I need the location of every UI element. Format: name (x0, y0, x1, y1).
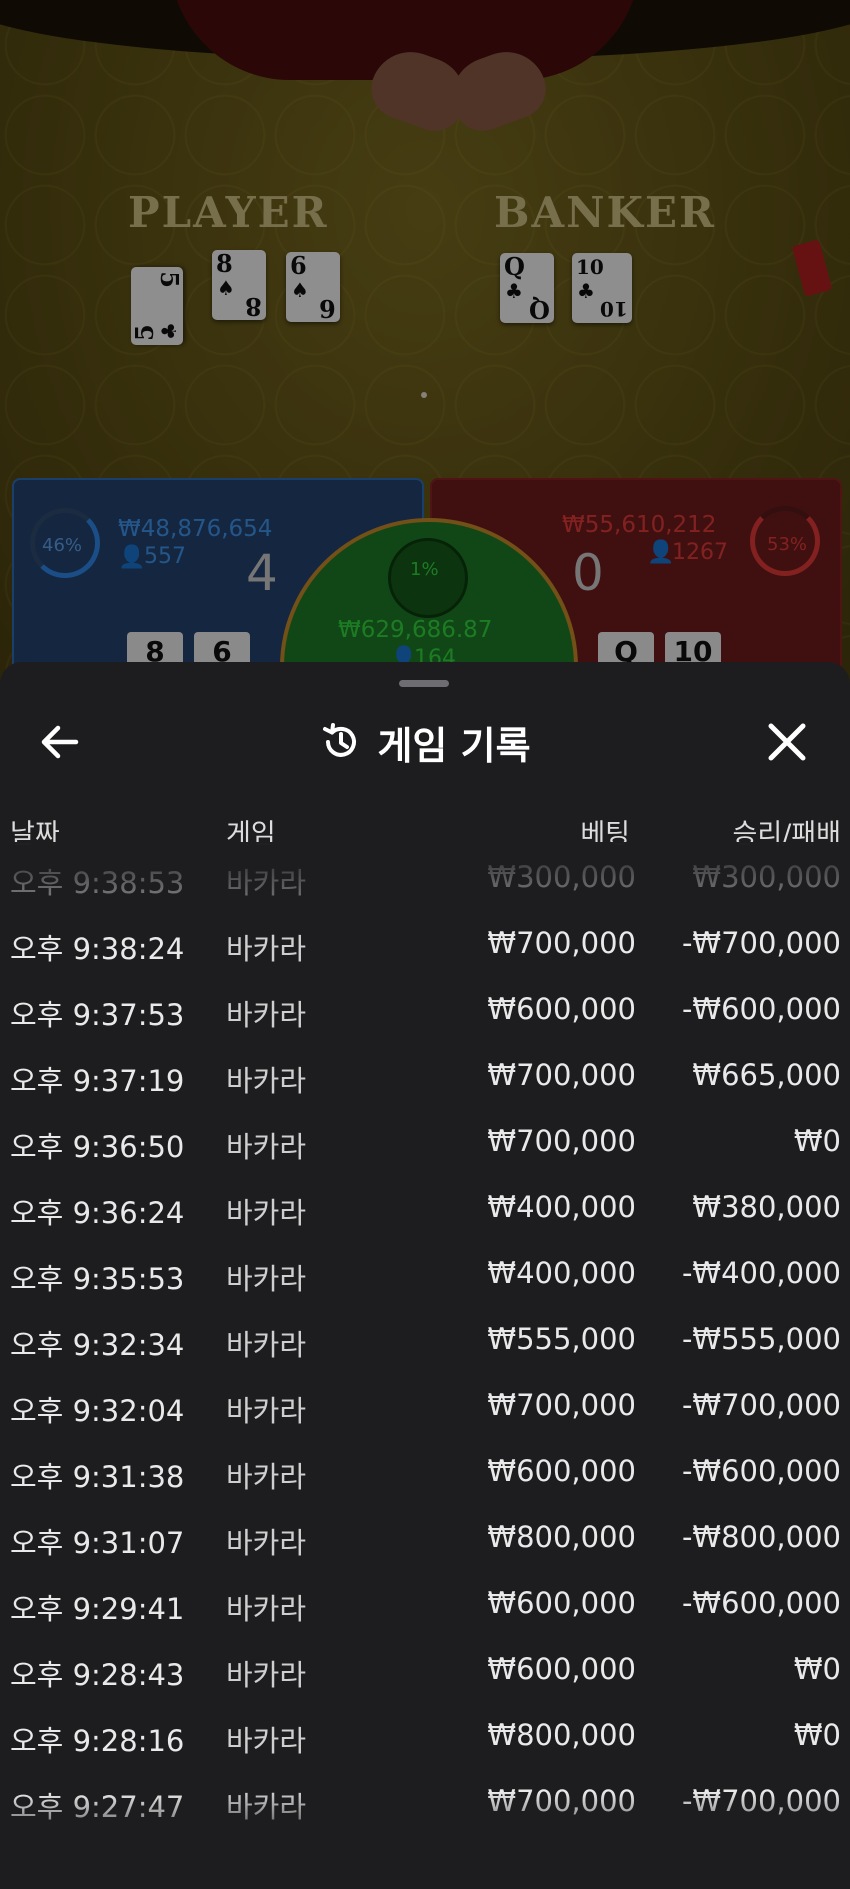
history-row[interactable]: 오후 9:28:43 바카라 ₩600,000 ₩0 (0, 1634, 850, 1700)
row-bet: ₩700,000 (487, 1784, 636, 1818)
history-row[interactable]: 오후 9:28:16 바카라 ₩800,000 ₩0 (0, 1700, 850, 1766)
row-bet: ₩700,000 (487, 1124, 636, 1158)
row-game: 바카라 (226, 1064, 307, 1098)
history-row[interactable]: 오후 9:38:53 바카라 ₩300,000 ₩300,000 (0, 842, 850, 908)
row-time: 오후 9:31:38 (10, 1460, 185, 1494)
history-row[interactable]: 오후 9:37:19 바카라 ₩700,000 ₩665,000 (0, 1040, 850, 1106)
sheet-title: 게임 기록 (377, 723, 531, 768)
row-bet: ₩400,000 (487, 1256, 636, 1290)
history-row[interactable]: 오후 9:31:38 바카라 ₩600,000 -₩600,000 (0, 1436, 850, 1502)
history-icon (323, 723, 357, 757)
row-result: -₩700,000 (681, 1388, 841, 1422)
row-result: -₩600,000 (681, 992, 841, 1026)
row-result: -₩600,000 (681, 1454, 841, 1488)
row-game: 바카라 (226, 1790, 307, 1824)
row-time: 오후 9:31:07 (10, 1526, 185, 1560)
row-bet: ₩600,000 (487, 1454, 636, 1488)
history-row[interactable]: 오후 9:38:24 바카라 ₩700,000 -₩700,000 (0, 908, 850, 974)
row-game: 바카라 (226, 932, 307, 966)
row-time: 오후 9:32:34 (10, 1328, 185, 1362)
row-time: 오후 9:38:24 (10, 932, 185, 966)
row-result: -₩700,000 (681, 1784, 841, 1818)
history-row[interactable]: 오후 9:32:34 바카라 ₩555,000 -₩555,000 (0, 1304, 850, 1370)
row-game: 바카라 (226, 1460, 307, 1494)
row-result: -₩400,000 (681, 1256, 841, 1290)
history-row[interactable]: 오후 9:29:41 바카라 ₩600,000 -₩600,000 (0, 1568, 850, 1634)
row-time: 오후 9:28:43 (10, 1658, 185, 1692)
history-row[interactable]: 오후 9:36:24 바카라 ₩400,000 ₩380,000 (0, 1172, 850, 1238)
row-bet: ₩600,000 (487, 1586, 636, 1620)
row-result: ₩0 (793, 1718, 841, 1752)
row-result: ₩665,000 (692, 1058, 841, 1092)
row-game: 바카라 (226, 1328, 307, 1362)
row-time: 오후 9:37:19 (10, 1064, 185, 1098)
row-time: 오후 9:29:41 (10, 1592, 185, 1626)
row-result: ₩0 (793, 1124, 841, 1158)
row-time: 오후 9:35:53 (10, 1262, 185, 1296)
row-game: 바카라 (226, 1196, 307, 1230)
game-history-sheet: 게임 기록 날짜 게임 베팅 승리/패배 오후 9:38:53 바카라 ₩300,0… (0, 662, 850, 1889)
history-row[interactable]: 오후 9:35:53 바카라 ₩400,000 -₩400,000 (0, 1238, 850, 1304)
row-time: 오후 9:38:53 (10, 866, 185, 900)
row-bet: ₩300,000 (487, 860, 636, 894)
row-game: 바카라 (226, 866, 307, 900)
row-bet: ₩555,000 (487, 1322, 636, 1356)
close-icon (768, 723, 806, 761)
sheet-title-group: 게임 기록 (0, 714, 850, 770)
row-result: -₩700,000 (681, 926, 841, 960)
row-bet: ₩700,000 (487, 1388, 636, 1422)
row-game: 바카라 (226, 1724, 307, 1758)
drag-handle[interactable] (399, 680, 449, 687)
history-row[interactable]: 오후 9:37:53 바카라 ₩600,000 -₩600,000 (0, 974, 850, 1040)
row-time: 오후 9:27:47 (10, 1790, 185, 1824)
history-row[interactable]: 오후 9:31:07 바카라 ₩800,000 -₩800,000 (0, 1502, 850, 1568)
history-list[interactable]: 오후 9:38:53 바카라 ₩300,000 ₩300,000 오후 9:38:24 바… (0, 842, 850, 1832)
row-time: 오후 9:32:04 (10, 1394, 185, 1428)
row-game: 바카라 (226, 1130, 307, 1164)
row-game: 바카라 (226, 1658, 307, 1692)
row-bet: ₩800,000 (487, 1718, 636, 1752)
row-result: -₩600,000 (681, 1586, 841, 1620)
modal-backdrop[interactable] (0, 0, 850, 700)
row-bet: ₩600,000 (487, 992, 636, 1026)
history-row[interactable]: 오후 9:32:04 바카라 ₩700,000 -₩700,000 (0, 1370, 850, 1436)
row-result: ₩300,000 (692, 860, 841, 894)
row-bet: ₩700,000 (487, 1058, 636, 1092)
live-game-view: PLAYER BANKER 5 ♣ 5 8 ♠ 8 6 ♠ 6 Q ♣ Q 10… (0, 0, 850, 700)
sheet-header: 게임 기록 (0, 702, 850, 782)
row-result: -₩555,000 (681, 1322, 841, 1356)
history-row[interactable]: 오후 9:36:50 바카라 ₩700,000 ₩0 (0, 1106, 850, 1172)
row-time: 오후 9:36:24 (10, 1196, 185, 1230)
history-row[interactable]: 오후 9:27:47 바카라 ₩700,000 -₩700,000 (0, 1766, 850, 1832)
row-time: 오후 9:36:50 (10, 1130, 185, 1164)
row-bet: ₩800,000 (487, 1520, 636, 1554)
row-bet: ₩400,000 (487, 1190, 636, 1224)
close-button[interactable] (752, 714, 822, 770)
row-result: -₩800,000 (681, 1520, 841, 1554)
row-result: ₩0 (793, 1652, 841, 1686)
row-time: 오후 9:37:53 (10, 998, 185, 1032)
row-time: 오후 9:28:16 (10, 1724, 185, 1758)
row-game: 바카라 (226, 1262, 307, 1296)
row-bet: ₩600,000 (487, 1652, 636, 1686)
row-bet: ₩700,000 (487, 926, 636, 960)
row-game: 바카라 (226, 998, 307, 1032)
row-result: ₩380,000 (692, 1190, 841, 1224)
row-game: 바카라 (226, 1526, 307, 1560)
row-game: 바카라 (226, 1394, 307, 1428)
row-game: 바카라 (226, 1592, 307, 1626)
